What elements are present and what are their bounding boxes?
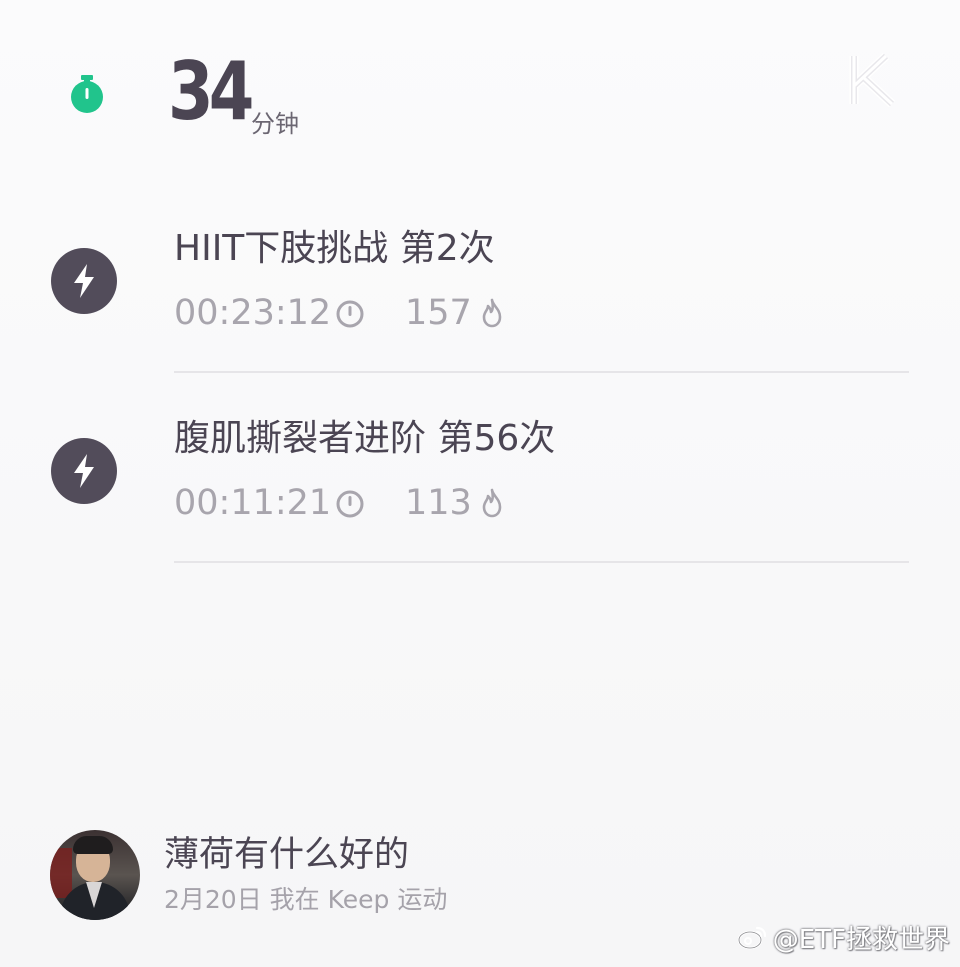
avatar-hair [73, 836, 113, 854]
workout-calories: 113 [405, 483, 472, 523]
workout-duration: 00:11:21 [174, 483, 332, 523]
watermark-text: @ETF拯救世界 [772, 924, 950, 955]
workout-item[interactable]: HIIT下肢挑战 第2次 00:23:12 157 [0, 200, 960, 390]
stopwatch-icon [71, 75, 103, 113]
flame-icon [482, 298, 502, 328]
keep-logo-icon [849, 52, 896, 108]
flame-icon [482, 488, 502, 518]
weibo-watermark: @ETF拯救世界 [737, 917, 950, 957]
total-duration-unit: 分钟 [251, 110, 299, 138]
workout-duration: 00:23:12 [174, 293, 332, 333]
workout-title: 腹肌撕裂者进阶 第56次 [174, 418, 556, 459]
username[interactable]: 薄荷有什么好的 [164, 832, 409, 878]
row-divider [174, 371, 909, 373]
workout-calories: 157 [405, 293, 472, 333]
row-divider [174, 561, 909, 563]
workout-title: HIIT下肢挑战 第2次 [174, 228, 495, 269]
clock-icon [336, 490, 364, 518]
lightning-icon [51, 438, 117, 504]
avatar-background [50, 848, 72, 898]
clock-icon [336, 300, 364, 328]
total-duration-value: 34 [168, 45, 254, 138]
lightning-icon [51, 248, 117, 314]
weibo-icon [737, 926, 766, 950]
avatar[interactable] [50, 830, 140, 920]
workout-share-card: 34 分钟 HIIT下肢挑战 第2次 00:23:12 157 腹肌撕裂者进阶 … [0, 0, 960, 967]
workout-item[interactable]: 腹肌撕裂者进阶 第56次 00:11:21 113 [0, 390, 960, 580]
post-meta: 2月20日 我在 Keep 运动 [164, 885, 448, 914]
